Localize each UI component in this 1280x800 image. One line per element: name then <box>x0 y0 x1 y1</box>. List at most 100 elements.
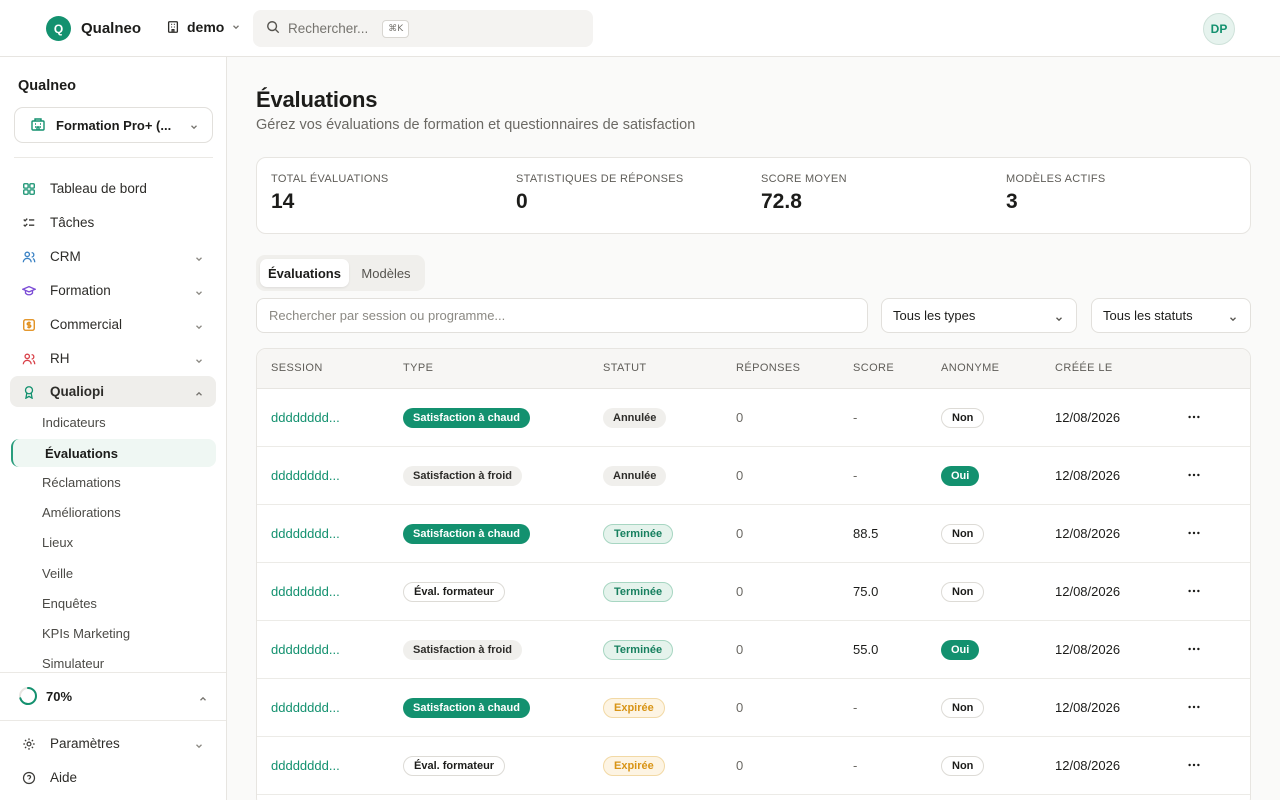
page-subtitle: Gérez vos évaluations de formation et qu… <box>256 117 696 133</box>
anonymous-badge: Non <box>941 698 985 718</box>
type-badge: Satisfaction à froid <box>403 640 523 660</box>
table-row[interactable]: dddddddd... Satisfaction à chaud Expirée 0 -… <box>257 679 1250 737</box>
nav-qualiopi[interactable]: Qualiopi <box>10 376 216 407</box>
anonymous-badge: Oui <box>941 466 980 486</box>
nav-formation[interactable]: Formation <box>10 275 216 306</box>
nav-commercial[interactable]: Commercial <box>10 309 216 340</box>
subnav-kpis-marketing[interactable]: KPIs Marketing <box>42 626 130 641</box>
anonymous-badge: Non <box>941 524 985 544</box>
session-search-input[interactable] <box>256 298 868 333</box>
session-link[interactable]: dddddddd... <box>271 700 340 715</box>
shortcut-hint: ⌘K <box>382 19 410 38</box>
workspace-select[interactable]: Formation Pro+ (... <box>14 107 213 143</box>
table-row[interactable]: dddddddd... Éval. formateur Terminée 0 75.0 N… <box>257 563 1250 621</box>
grid-icon <box>22 182 36 196</box>
anonymous-badge: Non <box>941 582 985 602</box>
status-badge: Terminée <box>603 640 674 660</box>
chevron-up-icon <box>194 387 204 402</box>
table-row[interactable]: dddddddd... Satisfaction à chaud Annulée 0 -… <box>257 389 1250 447</box>
user-avatar[interactable]: DP <box>1203 13 1235 45</box>
nav-crm[interactable]: CRM <box>10 241 216 272</box>
subnav-simulateur[interactable]: Simulateur <box>42 656 104 671</box>
sidebar-title: Qualneo <box>18 78 77 94</box>
more-actions-icon[interactable] <box>1187 700 1201 717</box>
type-badge: Satisfaction à chaud <box>403 408 530 428</box>
subnav-veille[interactable]: Veille <box>42 566 73 581</box>
column-header[interactable]: STATUT <box>603 362 647 374</box>
table-row[interactable]: dddddddd... Éval. formateur Expirée 0 - Non 12… <box>257 737 1250 795</box>
status-badge: Annulée <box>603 408 667 428</box>
stat-label: STATISTIQUES DE RÉPONSES <box>516 173 684 185</box>
stat-average-score: SCORE MOYEN 72.8 <box>761 173 847 214</box>
nav-rh[interactable]: RH <box>10 343 216 374</box>
column-header[interactable]: ANONYME <box>941 362 999 374</box>
table-row[interactable]: dddddddd... Satisfaction à chaud Terminée 0… <box>257 505 1250 563</box>
subnav-enquetes[interactable]: Enquêtes <box>42 596 97 611</box>
award-icon <box>22 385 36 399</box>
subnav-indicateurs[interactable]: Indicateurs <box>42 415 106 430</box>
more-actions-icon[interactable] <box>1187 642 1201 659</box>
search-icon <box>266 20 280 37</box>
nav-label: RH <box>50 351 70 366</box>
score-value: 75.0 <box>853 584 879 599</box>
nav-dashboard[interactable]: Tableau de bord <box>10 173 216 204</box>
score-value: 88.5 <box>853 526 879 541</box>
top-header: Q Qualneo demo Rechercher... ⌘K DP <box>0 0 1280 57</box>
column-header[interactable]: SESSION <box>271 362 323 374</box>
nav-tasks[interactable]: Tâches <box>10 207 216 238</box>
type-badge: Satisfaction à chaud <box>403 524 530 544</box>
nav-settings[interactable]: Paramètres <box>10 728 216 759</box>
session-link[interactable]: dddddddd... <box>271 584 340 599</box>
score-value: - <box>853 410 858 425</box>
global-search[interactable]: Rechercher... ⌘K <box>253 10 593 47</box>
column-header[interactable]: CRÉÉE LE <box>1055 362 1113 374</box>
score-value: 55.0 <box>853 642 879 657</box>
stats-card: TOTAL ÉVALUATIONS 14 STATISTIQUES DE RÉP… <box>256 157 1251 234</box>
org-switcher[interactable]: demo <box>166 19 241 35</box>
progress-label: 70% <box>46 688 73 704</box>
responses-count: 0 <box>736 758 744 773</box>
tab-evaluations[interactable]: Évaluations <box>260 259 349 287</box>
nav-label: Aide <box>50 770 78 785</box>
anonymous-badge: Oui <box>941 640 980 660</box>
status-filter-select[interactable]: Tous les statuts <box>1091 298 1251 333</box>
subnav-ameliorations[interactable]: Améliorations <box>42 505 121 520</box>
stat-label: MODÈLES ACTIFS <box>1006 173 1106 185</box>
workspace-label: Formation Pro+ (... <box>56 117 172 133</box>
subnav-reclamations[interactable]: Réclamations <box>42 475 121 490</box>
more-actions-icon[interactable] <box>1187 526 1201 543</box>
column-header[interactable]: TYPE <box>403 362 433 374</box>
status-badge: Terminée <box>603 582 674 602</box>
nav-label: Formation <box>50 283 111 298</box>
session-link[interactable]: dddddddd... <box>271 526 340 541</box>
brand[interactable]: Q Qualneo <box>46 16 141 41</box>
created-date: 12/08/2026 <box>1055 700 1121 715</box>
onboarding-progress[interactable]: 70% <box>18 686 72 706</box>
column-header[interactable]: RÉPONSES <box>736 362 800 374</box>
column-header[interactable]: SCORE <box>853 362 894 374</box>
more-actions-icon[interactable] <box>1187 758 1201 775</box>
score-value: - <box>853 758 858 773</box>
table-row[interactable]: dddddddd... Satisfaction à froid Annulée 0 -… <box>257 447 1250 505</box>
more-actions-icon[interactable] <box>1187 410 1201 427</box>
nav-help[interactable]: Aide <box>10 762 216 793</box>
stat-label: TOTAL ÉVALUATIONS <box>271 173 389 185</box>
subnav-lieux[interactable]: Lieux <box>42 535 73 550</box>
session-link[interactable]: dddddddd... <box>271 410 340 425</box>
chevron-down-icon <box>194 354 204 369</box>
session-link[interactable]: dddddddd... <box>271 758 340 773</box>
session-link[interactable]: dddddddd... <box>271 468 340 483</box>
chevron-up-icon[interactable] <box>198 692 208 707</box>
type-filter-select[interactable]: Tous les types <box>881 298 1077 333</box>
nav-label: CRM <box>50 249 81 264</box>
session-link[interactable]: dddddddd... <box>271 642 340 657</box>
more-actions-icon[interactable] <box>1187 468 1201 485</box>
table-row[interactable]: dddddddd... Satisfaction à froid Terminée 0… <box>257 621 1250 679</box>
type-badge: Satisfaction à froid <box>403 466 523 486</box>
more-actions-icon[interactable] <box>1187 584 1201 601</box>
tab-modeles[interactable]: Modèles <box>351 259 421 287</box>
type-badge: Satisfaction à chaud <box>403 698 530 718</box>
status-badge: Expirée <box>603 698 665 718</box>
subnav-evaluations[interactable]: Évaluations <box>11 439 216 467</box>
created-date: 12/08/2026 <box>1055 758 1121 773</box>
